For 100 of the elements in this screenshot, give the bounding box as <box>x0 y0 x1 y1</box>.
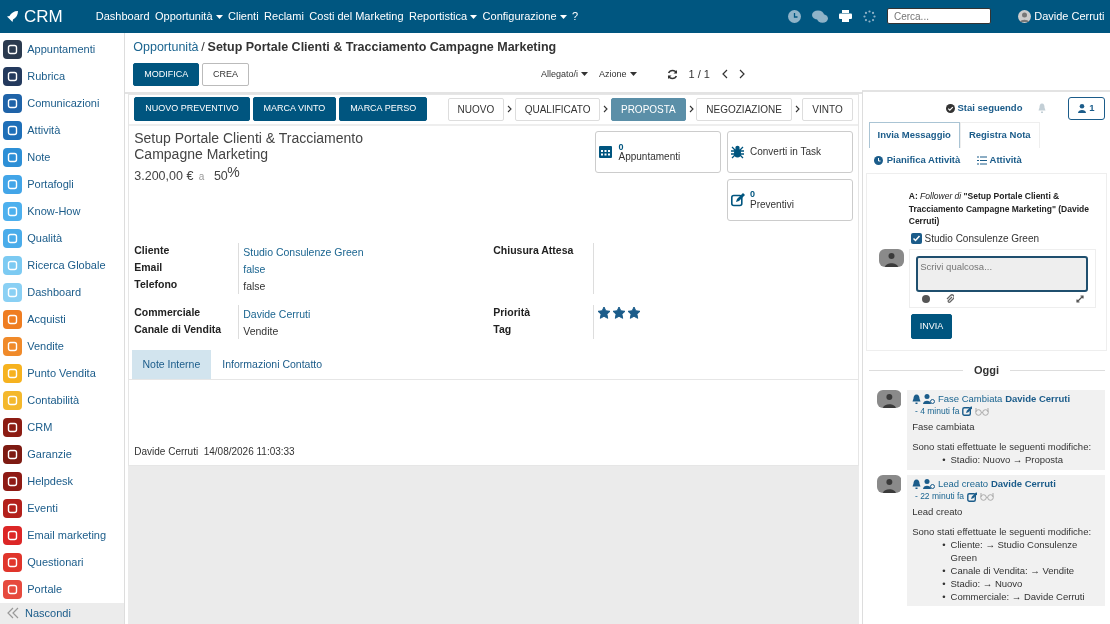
user-name[interactable]: Davide Cerruti <box>1034 8 1105 25</box>
smart-button[interactable]: 0 Preventivi <box>726 178 853 221</box>
menu-item[interactable]: Opportunità <box>155 8 223 25</box>
stage-button[interactable]: NEGOZIAZIONE <box>696 97 792 121</box>
followers-button[interactable]: 1 <box>1068 97 1105 120</box>
sidebar-item[interactable]: CRM <box>0 413 124 441</box>
sidebar-item[interactable]: Dashboard <box>0 278 124 306</box>
field-link[interactable]: false <box>243 261 494 278</box>
star-icon[interactable] <box>598 306 611 319</box>
sidebar-item[interactable]: Portale <box>0 575 124 603</box>
dropdown-button[interactable]: Allegato/i <box>541 67 589 82</box>
message-field[interactable]: Scrivi qualcosa... <box>916 255 1089 292</box>
edit-icon[interactable] <box>967 491 978 502</box>
smart-button[interactable]: Converti in Task <box>726 131 853 174</box>
menu-item[interactable]: Clienti <box>228 8 259 25</box>
action-button[interactable]: MARCA VINTO <box>252 97 337 121</box>
star-icon[interactable] <box>613 306 625 319</box>
tab[interactable]: Informazioni Contatto <box>211 349 334 380</box>
field-link[interactable]: Studio Consulenze Green <box>243 244 494 261</box>
field-label: Chiusura Attesa <box>493 242 575 258</box>
change-item: Stadio: Nuovo → Proposta <box>950 454 1063 467</box>
stage-button[interactable]: VINTO <box>802 97 853 121</box>
action-button[interactable]: NUOVO PREVENTIVO <box>134 97 250 121</box>
sidebar-item[interactable]: Qualità <box>0 224 124 252</box>
avatar <box>876 475 902 494</box>
activity-link[interactable]: Attività <box>976 153 1022 168</box>
search-field[interactable]: Cerca... <box>886 8 991 25</box>
recipient-option[interactable]: Studio Consulenze Green <box>910 230 1107 246</box>
emoji-icon[interactable] <box>921 294 930 303</box>
record-title: Setup Portale Clienti & Tracciamento Campagne Marketing <box>134 131 365 162</box>
checkbox[interactable] <box>910 232 922 244</box>
message-text: Sono stati effettuate le seguenti modifiche: <box>912 439 1093 454</box>
stage-button[interactable]: QUALIFICATO <box>514 97 601 121</box>
sidebar-item[interactable]: Punto Vendita <box>0 359 124 387</box>
menu-item[interactable]: Reportistica <box>409 8 478 25</box>
caret-icon <box>629 72 637 77</box>
tab[interactable]: Note Interne <box>131 349 212 380</box>
sidebar-item[interactable]: Garanzie <box>0 440 124 468</box>
sidebar-item[interactable]: Contabilità <box>0 386 124 414</box>
message-text: Sono stati effettuate le seguenti modifiche: <box>912 525 1093 540</box>
previous-icon[interactable] <box>721 69 728 80</box>
sidebar-item[interactable]: Vendite <box>0 332 124 360</box>
sidebar-item[interactable]: Attività <box>0 116 124 144</box>
sidebar-item[interactable]: Acquisti <box>0 305 124 333</box>
star-icon[interactable] <box>627 306 640 319</box>
sidebar-item[interactable]: Eventi <box>0 494 124 522</box>
caret-icon <box>470 15 478 20</box>
action-button[interactable]: MARCA PERSO <box>339 97 428 121</box>
bullet: • <box>942 590 946 604</box>
edit-button[interactable]: MODIFICA <box>133 62 200 87</box>
menu-item[interactable]: Dashboard <box>95 8 150 25</box>
printer-icon[interactable] <box>838 10 852 23</box>
tab[interactable]: Registra Nota <box>959 122 1040 148</box>
message-time: - 4 minuti fa <box>914 405 960 417</box>
message-subject[interactable]: Fase Cambiata <box>937 392 1003 405</box>
user-icon[interactable] <box>923 394 936 405</box>
dropdown-button[interactable]: Azione <box>599 67 637 82</box>
change-item: Commerciale: → Davide Cerruti <box>950 590 1085 604</box>
send-button[interactable]: INVIA <box>910 313 953 340</box>
smart-button[interactable]: 0 Appuntamenti <box>595 131 722 174</box>
hide-button[interactable]: Nascondi <box>0 602 124 624</box>
breadcrumb-link[interactable]: Opportunità <box>133 38 199 58</box>
refresh-icon[interactable] <box>666 68 678 80</box>
tab[interactable]: Invia Messaggio <box>868 122 960 148</box>
bullet: • <box>942 564 946 578</box>
user-icon[interactable] <box>923 479 936 490</box>
activity-link[interactable]: Pianifica Attività <box>874 153 961 168</box>
spinner-icon <box>862 9 876 23</box>
sidebar-item[interactable]: Email marketing <box>0 521 124 549</box>
sidebar-item[interactable]: Ricerca Globale <box>0 251 124 279</box>
message-subject[interactable]: Lead creato <box>937 477 989 491</box>
message-body: Lead creato <box>912 505 964 520</box>
field-link[interactable]: Davide Cerruti <box>243 306 494 323</box>
sidebar-item[interactable]: Questionari <box>0 548 124 576</box>
field-label: Commerciale <box>134 304 202 320</box>
create-button[interactable]: CREA <box>202 62 249 87</box>
bullet: • <box>942 539 946 553</box>
menu-item[interactable]: Costi del Marketing <box>309 8 404 25</box>
sidebar-item[interactable]: Know-How <box>0 197 124 225</box>
date-text: 14/08/2026 11:03:33 <box>203 445 295 460</box>
stage-button[interactable]: PROPOSTA <box>610 97 686 121</box>
double-chevron-icon <box>5 607 20 620</box>
menu-item[interactable]: Reclami <box>264 8 304 25</box>
sidebar-item[interactable]: Helpdesk <box>0 467 124 495</box>
paperclip-icon[interactable] <box>946 294 955 304</box>
menu-item[interactable]: Configurazione <box>482 8 567 25</box>
sidebar-item[interactable]: Appuntamenti <box>0 35 124 63</box>
clock-icon[interactable] <box>787 9 801 23</box>
expand-icon[interactable] <box>1075 294 1084 303</box>
following-status[interactable]: Stai seguendo <box>945 101 1023 116</box>
message-time: - 22 minuti fa <box>914 491 965 503</box>
stage-button[interactable]: NUOVO <box>447 97 505 121</box>
edit-icon[interactable] <box>962 406 973 417</box>
sidebar-item[interactable]: Portafogli <box>0 170 124 198</box>
sidebar-item[interactable]: Comunicazioni <box>0 89 124 117</box>
sidebar-item[interactable]: Note <box>0 143 124 171</box>
chat-icon[interactable] <box>811 9 828 23</box>
menu-item[interactable]: ? <box>572 8 579 25</box>
next-icon[interactable] <box>739 69 746 80</box>
sidebar-item[interactable]: Rubrica <box>0 62 124 90</box>
